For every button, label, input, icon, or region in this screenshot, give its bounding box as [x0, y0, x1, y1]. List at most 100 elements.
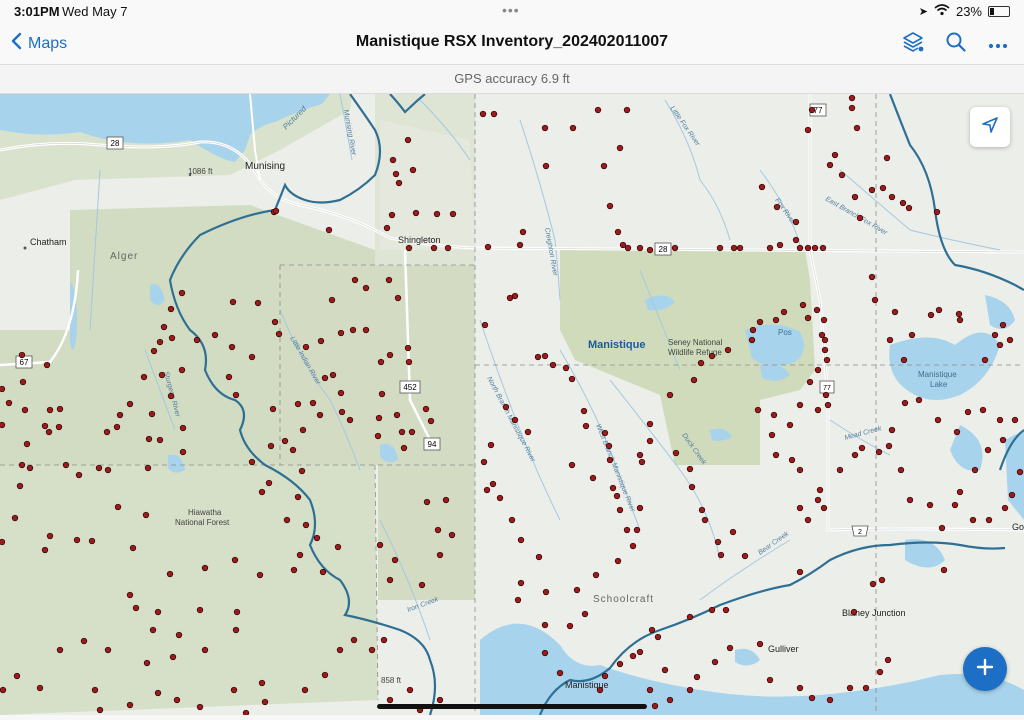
inventory-point[interactable] — [12, 515, 18, 521]
inventory-point[interactable] — [717, 245, 723, 251]
inventory-point[interactable] — [232, 557, 238, 563]
inventory-point[interactable] — [351, 637, 357, 643]
inventory-point[interactable] — [37, 685, 43, 691]
inventory-point[interactable] — [647, 247, 653, 253]
inventory-point[interactable] — [0, 687, 6, 693]
inventory-point[interactable] — [869, 187, 875, 193]
inventory-point[interactable] — [992, 332, 998, 338]
inventory-point[interactable] — [607, 457, 613, 463]
inventory-point[interactable] — [652, 703, 658, 709]
inventory-point[interactable] — [394, 412, 400, 418]
inventory-point[interactable] — [105, 467, 111, 473]
inventory-point[interactable] — [957, 489, 963, 495]
inventory-point[interactable] — [797, 402, 803, 408]
inventory-point[interactable] — [647, 687, 653, 693]
inventory-point[interactable] — [916, 397, 922, 403]
inventory-point[interactable] — [823, 392, 829, 398]
inventory-point[interactable] — [542, 353, 548, 359]
multitask-dots-icon[interactable]: ••• — [502, 2, 520, 18]
inventory-point[interactable] — [157, 437, 163, 443]
inventory-point[interactable] — [377, 542, 383, 548]
inventory-point[interactable] — [718, 552, 724, 558]
inventory-point[interactable] — [92, 687, 98, 693]
inventory-point[interactable] — [815, 497, 821, 503]
inventory-point[interactable] — [428, 418, 434, 424]
inventory-point[interactable] — [870, 581, 876, 587]
inventory-point[interactable] — [601, 163, 607, 169]
inventory-point[interactable] — [490, 481, 496, 487]
inventory-point[interactable] — [709, 607, 715, 613]
inventory-point[interactable] — [133, 605, 139, 611]
inventory-point[interactable] — [970, 517, 976, 523]
inventory-point[interactable] — [557, 670, 563, 676]
inventory-point[interactable] — [270, 406, 276, 412]
inventory-point[interactable] — [901, 357, 907, 363]
inventory-point[interactable] — [363, 327, 369, 333]
inventory-point[interactable] — [167, 571, 173, 577]
inventory-point[interactable] — [509, 517, 515, 523]
inventory-point[interactable] — [363, 285, 369, 291]
inventory-point[interactable] — [954, 429, 960, 435]
inventory-point[interactable] — [449, 532, 455, 538]
inventory-point[interactable] — [127, 401, 133, 407]
inventory-point[interactable] — [259, 489, 265, 495]
inventory-point[interactable] — [389, 212, 395, 218]
inventory-point[interactable] — [863, 685, 869, 691]
inventory-point[interactable] — [303, 344, 309, 350]
inventory-point[interactable] — [607, 203, 613, 209]
inventory-point[interactable] — [482, 322, 488, 328]
inventory-point[interactable] — [927, 502, 933, 508]
inventory-point[interactable] — [569, 376, 575, 382]
inventory-point[interactable] — [231, 687, 237, 693]
inventory-point[interactable] — [249, 459, 255, 465]
inventory-point[interactable] — [322, 375, 328, 381]
inventory-point[interactable] — [413, 210, 419, 216]
inventory-point[interactable] — [384, 225, 390, 231]
inventory-point[interactable] — [985, 447, 991, 453]
inventory-point[interactable] — [6, 400, 12, 406]
inventory-point[interactable] — [243, 710, 249, 715]
inventory-point[interactable] — [431, 245, 437, 251]
inventory-point[interactable] — [176, 632, 182, 638]
ellipsis-icon[interactable] — [988, 36, 1008, 54]
inventory-point[interactable] — [233, 627, 239, 633]
inventory-point[interactable] — [630, 543, 636, 549]
inventory-point[interactable] — [0, 386, 5, 392]
inventory-point[interactable] — [797, 505, 803, 511]
inventory-point[interactable] — [407, 687, 413, 693]
inventory-point[interactable] — [857, 215, 863, 221]
inventory-point[interactable] — [602, 430, 608, 436]
inventory-point[interactable] — [777, 242, 783, 248]
inventory-point[interactable] — [197, 704, 203, 710]
inventory-point[interactable] — [583, 423, 589, 429]
inventory-point[interactable] — [649, 627, 655, 633]
inventory-point[interactable] — [406, 359, 412, 365]
inventory-point[interactable] — [956, 311, 962, 317]
inventory-point[interactable] — [517, 242, 523, 248]
inventory-point[interactable] — [46, 429, 52, 435]
inventory-point[interactable] — [320, 569, 326, 575]
inventory-point[interactable] — [130, 545, 136, 551]
inventory-point[interactable] — [935, 417, 941, 423]
inventory-point[interactable] — [730, 529, 736, 535]
inventory-point[interactable] — [805, 245, 811, 251]
inventory-point[interactable] — [443, 497, 449, 503]
inventory-point[interactable] — [76, 472, 82, 478]
inventory-point[interactable] — [771, 412, 777, 418]
inventory-point[interactable] — [146, 436, 152, 442]
inventory-point[interactable] — [909, 332, 915, 338]
inventory-point[interactable] — [689, 484, 695, 490]
inventory-point[interactable] — [725, 347, 731, 353]
inventory-point[interactable] — [986, 517, 992, 523]
inventory-point[interactable] — [872, 297, 878, 303]
inventory-point[interactable] — [180, 425, 186, 431]
inventory-point[interactable] — [851, 609, 857, 615]
inventory-point[interactable] — [614, 493, 620, 499]
inventory-point[interactable] — [57, 647, 63, 653]
inventory-point[interactable] — [117, 412, 123, 418]
inventory-point[interactable] — [928, 312, 934, 318]
inventory-point[interactable] — [980, 407, 986, 413]
inventory-point[interactable] — [295, 401, 301, 407]
inventory-point[interactable] — [96, 465, 102, 471]
inventory-point[interactable] — [593, 572, 599, 578]
